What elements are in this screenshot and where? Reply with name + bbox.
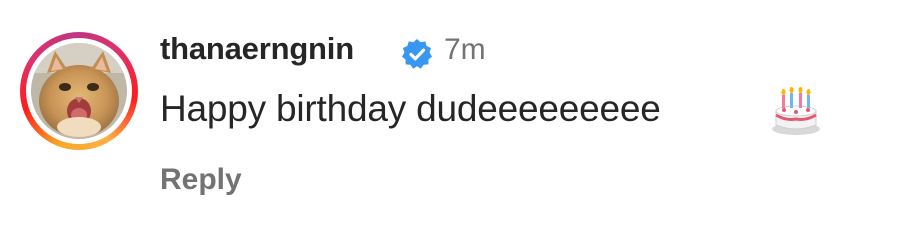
birthday-cake-icon [772,87,820,135]
username[interactable]: thanaerngnin [160,31,354,67]
comment-text: Happy birthday dudeeeeeeeee [160,88,661,129]
verified-badge-icon [402,39,432,69]
comment: thanaerngnin 7m Happy birthday dudeeeeee… [0,0,908,242]
avatar-image [31,43,127,139]
cat-photo-icon [31,43,127,139]
timestamp: 7m [444,33,486,66]
reply-button[interactable]: Reply [160,163,242,197]
avatar-story-ring-gap [26,38,132,144]
avatar[interactable] [20,32,138,150]
